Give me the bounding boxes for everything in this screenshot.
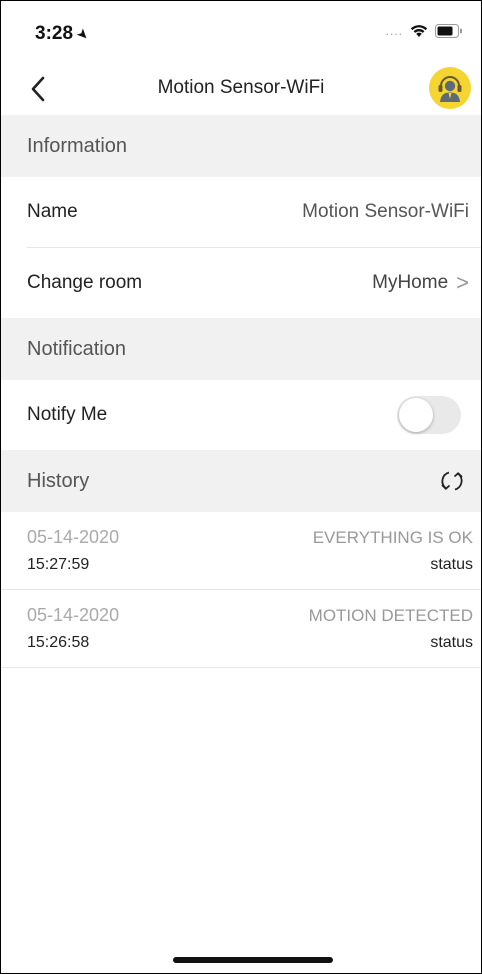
section-header-history: History [1, 450, 481, 512]
history-time: 15:27:59 [27, 556, 90, 573]
name-value: Motion Sensor-WiFi [302, 201, 469, 222]
status-bar: 3:28➤ .... [1, 1, 481, 63]
name-label: Name [27, 201, 78, 222]
history-details: MOTION DETECTED status [309, 606, 473, 652]
room-selector[interactable]: MyHome > [372, 272, 469, 294]
section-title: History [27, 469, 90, 492]
notify-me-label: Notify Me [27, 404, 108, 425]
section-header-notification: Notification [1, 318, 481, 380]
history-event: EVERYTHING IS OK [312, 527, 473, 547]
notify-me-row: Notify Me [1, 380, 481, 450]
page-title: Motion Sensor-WiFi [157, 77, 325, 98]
settings-content: Information Name Motion Sensor-WiFi Chan… [1, 115, 481, 668]
history-time: 15:26:58 [27, 634, 90, 651]
section-title: Information [27, 134, 128, 157]
navigation-bar: Motion Sensor-WiFi [1, 63, 481, 115]
refresh-icon [441, 471, 463, 491]
status-time-text: 3:28 [35, 23, 74, 44]
history-date: 05-14-2020 [27, 605, 120, 625]
change-room-label: Change room [27, 272, 143, 293]
app-screen: 3:28➤ .... Motion Sensor-WiFi Informatio… [0, 0, 482, 974]
history-date: 05-14-2020 [27, 527, 120, 547]
customer-support-icon [438, 76, 462, 102]
status-time: 3:28➤ [35, 23, 93, 45]
history-event: MOTION DETECTED [308, 605, 473, 625]
history-type: status [430, 633, 473, 651]
name-row[interactable]: Name Motion Sensor-WiFi [1, 177, 481, 247]
notify-me-toggle[interactable] [397, 396, 461, 434]
refresh-button[interactable] [437, 466, 467, 496]
location-arrow-icon: ➤ [73, 24, 94, 44]
status-icons: .... [386, 23, 463, 38]
toggle-knob [399, 398, 433, 432]
history-type: status [430, 555, 473, 573]
wifi-icon [409, 23, 429, 38]
history-item: 05-14-2020 15:26:58 MOTION DETECTED stat… [1, 590, 481, 668]
cellular-signal-icon: .... [385, 23, 403, 38]
battery-icon [435, 23, 463, 38]
change-room-row[interactable]: Change room MyHome > [1, 248, 481, 318]
history-datetime: 05-14-2020 15:27:59 [27, 527, 119, 574]
history-datetime: 05-14-2020 15:26:58 [27, 605, 119, 652]
history-details: EVERYTHING IS OK status [313, 528, 473, 574]
customer-support-button[interactable] [429, 67, 471, 109]
room-value: MyHome [372, 272, 449, 293]
history-item: 05-14-2020 15:27:59 EVERYTHING IS OK sta… [1, 512, 481, 590]
section-title: Notification [27, 337, 126, 360]
chevron-right-icon: > [456, 270, 469, 295]
section-header-information: Information [1, 115, 481, 177]
home-indicator[interactable] [173, 957, 333, 963]
